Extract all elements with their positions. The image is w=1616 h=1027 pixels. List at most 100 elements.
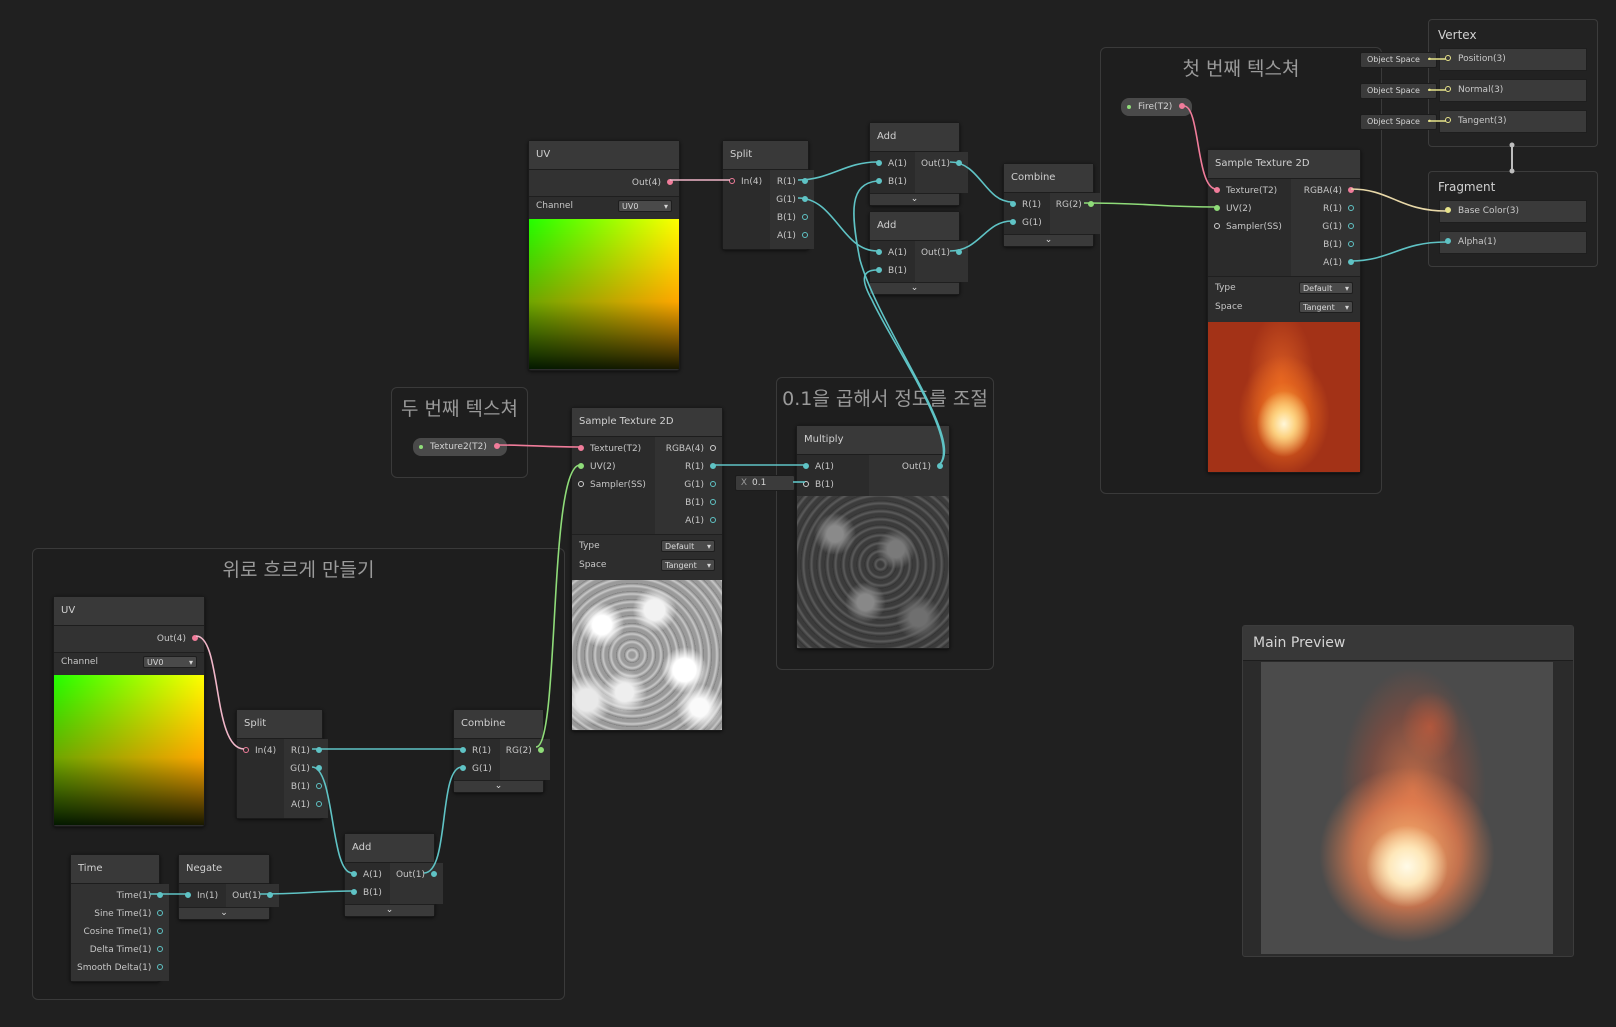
port-r[interactable]: R(1) bbox=[454, 742, 500, 760]
port-dot[interactable] bbox=[710, 499, 716, 505]
port-b[interactable]: B(1) bbox=[345, 884, 390, 902]
port-dot[interactable] bbox=[351, 889, 357, 895]
port-time[interactable]: Time(1) bbox=[71, 887, 169, 905]
port-g[interactable]: G(1) bbox=[1291, 218, 1360, 236]
split-node-bottom[interactable]: Split In(4) R(1) G(1) B(1) A(1) bbox=[236, 709, 328, 819]
port-cosine-time[interactable]: Cosine Time(1) bbox=[71, 923, 169, 941]
port-r[interactable]: R(1) bbox=[655, 458, 722, 476]
port-dot[interactable] bbox=[460, 747, 466, 753]
port-dot[interactable] bbox=[315, 747, 322, 753]
port-dot[interactable] bbox=[801, 178, 808, 184]
vertex-normal-slot[interactable]: Normal(3) bbox=[1439, 79, 1587, 102]
port-dot[interactable] bbox=[1445, 86, 1451, 92]
port-r[interactable]: R(1) bbox=[1004, 196, 1050, 214]
port-r[interactable]: R(1) bbox=[284, 742, 328, 760]
uv-node-bottom[interactable]: UV Out(4) Channel UV0 bbox=[53, 596, 205, 827]
port-dot[interactable] bbox=[1010, 219, 1016, 225]
port-a[interactable]: A(1) bbox=[870, 244, 915, 262]
port-dot[interactable] bbox=[157, 892, 164, 898]
port-in[interactable]: In(4) bbox=[237, 742, 284, 760]
port-texture[interactable]: Texture(T2) bbox=[572, 440, 655, 458]
port-b[interactable]: B(1) bbox=[870, 262, 915, 280]
channel-dropdown[interactable]: UV0 bbox=[143, 656, 197, 669]
channel-dropdown[interactable]: UV0 bbox=[618, 200, 672, 213]
fragment-alpha-slot[interactable]: Alpha(1) bbox=[1439, 231, 1587, 254]
main-preview-panel[interactable]: Main Preview bbox=[1242, 625, 1574, 957]
chevron-down-icon[interactable]: ⌄ bbox=[870, 193, 959, 205]
port-uv[interactable]: UV(2) bbox=[1208, 200, 1291, 218]
port-dot[interactable] bbox=[315, 765, 322, 771]
port-out[interactable]: Out(1) bbox=[915, 155, 968, 173]
port-dot[interactable] bbox=[1445, 117, 1451, 123]
port-r[interactable]: R(1) bbox=[770, 173, 814, 191]
port-out[interactable]: RG(2) bbox=[1050, 196, 1100, 214]
type-dropdown[interactable]: Default bbox=[1299, 282, 1353, 295]
sample-texture-top[interactable]: Sample Texture 2D Texture(T2) UV(2) Samp… bbox=[1207, 149, 1361, 473]
port-dot[interactable] bbox=[876, 249, 882, 255]
port-dot[interactable] bbox=[801, 232, 808, 238]
chevron-down-icon[interactable]: ⌄ bbox=[1004, 234, 1093, 246]
fire-property[interactable]: Fire(T2) bbox=[1120, 97, 1194, 117]
chevron-down-icon[interactable]: ⌄ bbox=[454, 780, 543, 792]
object-space-tag-tangent[interactable]: Object Space bbox=[1360, 114, 1437, 130]
port-a[interactable]: A(1) bbox=[870, 155, 915, 173]
port-dot[interactable] bbox=[578, 481, 584, 487]
port-b[interactable]: B(1) bbox=[1291, 236, 1360, 254]
uv-node-top[interactable]: UV Out(4) Channel UV0 bbox=[528, 140, 680, 371]
port-dot[interactable] bbox=[1010, 201, 1016, 207]
port-g[interactable]: G(1) bbox=[655, 476, 722, 494]
port-dot[interactable] bbox=[185, 892, 191, 898]
port-g[interactable]: G(1) bbox=[770, 191, 814, 209]
port-dot[interactable] bbox=[1087, 201, 1094, 207]
port-dot[interactable] bbox=[578, 445, 584, 451]
port-dot[interactable] bbox=[1348, 187, 1354, 193]
port-dot[interactable] bbox=[956, 249, 963, 255]
port-g[interactable]: G(1) bbox=[1004, 214, 1050, 232]
port-dot[interactable] bbox=[157, 928, 164, 934]
port-dot[interactable] bbox=[937, 463, 943, 469]
port-dot[interactable] bbox=[801, 196, 808, 202]
port-b[interactable]: B(1) bbox=[770, 209, 814, 227]
time-node[interactable]: Time Time(1) Sine Time(1) Cosine Time(1)… bbox=[70, 854, 170, 982]
port-dot[interactable] bbox=[803, 481, 809, 487]
chevron-down-icon[interactable]: ⌄ bbox=[179, 907, 269, 919]
port-a[interactable]: A(1) bbox=[1291, 254, 1360, 272]
type-dropdown[interactable]: Default bbox=[661, 540, 715, 553]
negate-node[interactable]: Negate In(1) Out(1) ⌄ bbox=[178, 854, 280, 920]
port-a[interactable]: A(1) bbox=[797, 458, 869, 476]
port-dot[interactable] bbox=[710, 445, 716, 451]
port-sine-time[interactable]: Sine Time(1) bbox=[71, 905, 169, 923]
port-dot[interactable] bbox=[801, 214, 808, 220]
port-delta-time[interactable]: Delta Time(1) bbox=[71, 941, 169, 959]
port-b[interactable]: B(1) bbox=[284, 778, 328, 796]
texture2-property[interactable]: Texture2(T2) bbox=[412, 437, 508, 457]
port-out[interactable]: Out(1) bbox=[915, 244, 968, 262]
port-dot[interactable] bbox=[1445, 55, 1451, 61]
port-texture[interactable]: Texture(T2) bbox=[1208, 182, 1291, 200]
port-dot[interactable] bbox=[667, 179, 673, 185]
property-out-port[interactable] bbox=[1179, 103, 1186, 109]
port-dot[interactable] bbox=[157, 964, 164, 970]
port-dot[interactable] bbox=[1445, 238, 1451, 244]
port-dot[interactable] bbox=[192, 635, 198, 641]
port-dot[interactable] bbox=[803, 463, 809, 469]
port-out[interactable]: Out(4) bbox=[54, 630, 204, 648]
split-node-top[interactable]: Split In(4) R(1) G(1) B(1) A(1) bbox=[722, 140, 814, 250]
port-dot[interactable] bbox=[243, 747, 249, 753]
add-node-top-1[interactable]: Add A(1) B(1) Out(1) ⌄ bbox=[869, 122, 969, 206]
port-dot[interactable] bbox=[710, 517, 716, 523]
port-out[interactable]: Out(1) bbox=[869, 458, 949, 476]
port-a[interactable]: A(1) bbox=[345, 866, 390, 884]
port-sampler[interactable]: Sampler(SS) bbox=[1208, 218, 1291, 236]
port-in[interactable]: In(1) bbox=[179, 887, 226, 905]
port-dot[interactable] bbox=[729, 178, 735, 184]
port-a[interactable]: A(1) bbox=[770, 227, 814, 245]
port-b[interactable]: B(1) bbox=[870, 173, 915, 191]
vertex-tangent-slot[interactable]: Tangent(3) bbox=[1439, 110, 1587, 133]
port-dot[interactable] bbox=[460, 765, 466, 771]
multiply-b-input[interactable]: X 0.1 bbox=[735, 475, 795, 491]
fragment-base-color-slot[interactable]: Base Color(3) bbox=[1439, 200, 1587, 223]
port-g[interactable]: G(1) bbox=[284, 760, 328, 778]
port-g[interactable]: G(1) bbox=[454, 760, 500, 778]
port-dot[interactable] bbox=[876, 160, 882, 166]
